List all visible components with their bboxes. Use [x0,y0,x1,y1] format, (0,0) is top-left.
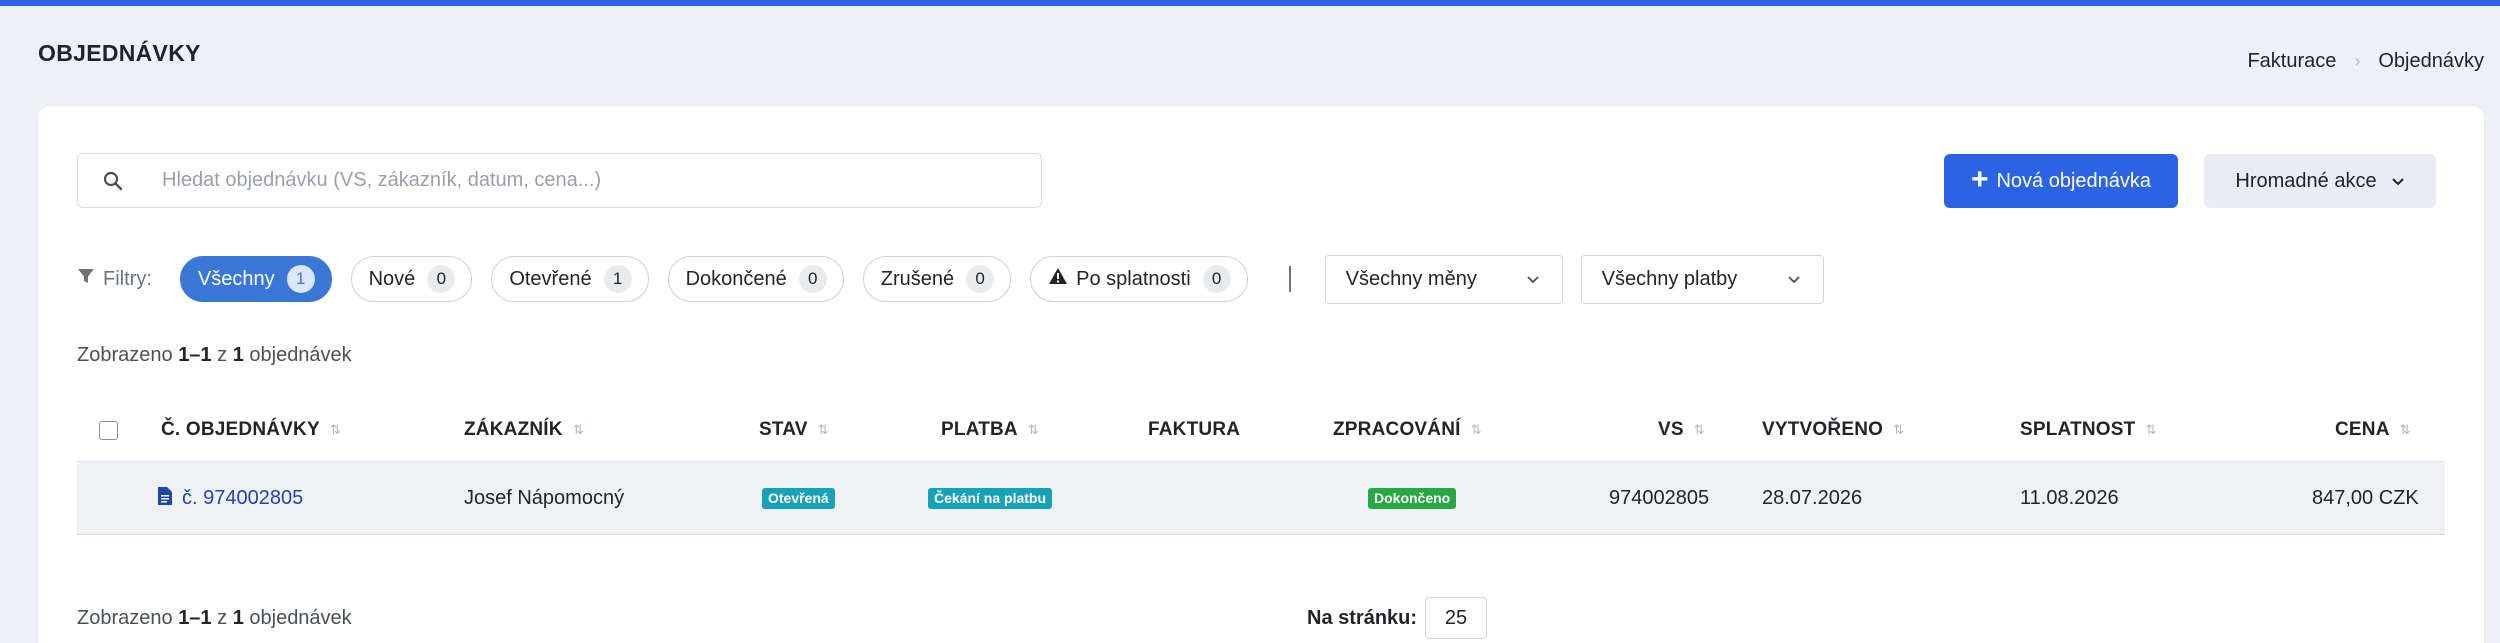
column-header-invoice: FAKTURA [1148,419,1241,440]
filter-pill-completed[interactable]: Dokončené 0 [667,256,844,302]
created-cell: 28.07.2026 [1762,487,1863,509]
sort-icon: ⇅ [329,422,341,437]
sort-icon: ⇅ [1693,422,1705,437]
results-summary-bottom: Zobrazeno 1–1 z 1 objednávek [77,607,352,629]
column-header-vs[interactable]: VS ⇅ [1658,398,1705,462]
sort-icon: ⇅ [1893,422,1904,437]
bulk-actions-label: Hromadné akce [2235,169,2377,192]
status-badge: Otevřená [762,487,835,510]
filter-count: 0 [1202,265,1231,293]
column-header-price[interactable]: CENA ⇅ [2335,398,2411,462]
per-page-select[interactable]: 25 [1425,597,1488,639]
price-cell: 847,00 CZK [2312,487,2419,509]
search-box[interactable] [77,153,1042,208]
column-header-processing[interactable]: ZPRACOVÁNÍ ⇅ [1333,398,1482,462]
chevron-down-icon [1526,268,1540,291]
search-icon [78,171,148,191]
column-header-order[interactable]: Č. OBJEDNÁVKY ⇅ [161,398,341,462]
chevron-right-icon: › [2354,51,2361,71]
order-link[interactable]: č. 974002805 [158,462,303,535]
column-header-payment[interactable]: PLATBA ⇅ [941,398,1039,462]
sort-icon: ⇅ [2399,422,2411,437]
per-page-label: Na stránku: [1307,606,1418,629]
sort-icon: ⇅ [1027,422,1039,437]
filter-pill-new[interactable]: Nové 0 [350,256,473,302]
payment-select[interactable]: Všechny platby [1580,254,1824,304]
breadcrumb: Fakturace › Objednávky [2247,50,2484,73]
table-header: Č. OBJEDNÁVKY ⇅ ZÁKAZNÍK ⇅ STAV ⇅ PLATBA ⇅ F… [77,398,2445,462]
warning-icon [1048,267,1068,291]
sort-icon: ⇅ [572,422,584,437]
chevron-down-icon [2391,170,2405,193]
due-cell: 11.08.2026 [2020,487,2119,509]
currency-select[interactable]: Všechny měny [1324,254,1563,304]
column-header-status[interactable]: STAV ⇅ [759,398,829,462]
processing-badge: Dokončeno [1368,487,1457,510]
search-input[interactable] [162,169,1022,192]
column-header-customer[interactable]: ZÁKAZNÍK ⇅ [464,398,584,462]
document-icon [158,486,172,511]
bulk-actions-dropdown[interactable]: Hromadné akce [2204,154,2436,208]
orders-table: Č. OBJEDNÁVKY ⇅ ZÁKAZNÍK ⇅ STAV ⇅ PLATBA ⇅ F… [77,398,2445,535]
filter-count: 0 [966,265,995,293]
column-header-due[interactable]: SPLATNOST ⇅ [2020,398,2156,462]
column-header-created[interactable]: VYTVOŘENO ⇅ [1762,398,1904,462]
breadcrumb-item-objednavky: Objednávky [2378,50,2484,72]
filter-count: 0 [427,265,456,293]
funnel-icon [77,267,95,291]
filter-count: 1 [603,265,632,293]
filter-pill-all[interactable]: Všechny 1 [179,256,332,302]
filter-count: 1 [286,265,315,293]
processing-cell: Dokončeno [1368,462,1457,535]
sort-icon: ⇅ [2145,422,2156,437]
vs-cell: 974002805 [1609,487,1710,509]
page-title: OBJEDNÁVKY [38,40,201,66]
sort-icon: ⇅ [817,422,829,437]
per-page-control: Na stránku: 25 [1307,597,1488,639]
filter-count: 0 [798,265,827,293]
select-all-checkbox[interactable] [99,420,118,440]
sort-icon: ⇅ [1470,422,1482,437]
table-row[interactable]: č. 974002805 Josef Nápomocný Otevřená Če… [77,462,2445,535]
new-order-label: Nová objednávka [1996,169,2152,192]
status-cell: Otevřená [762,462,835,535]
filter-divider [1288,266,1291,292]
filter-pill-cancelled[interactable]: Zrušené 0 [862,256,1012,302]
select-all-checkbox-cell [99,398,118,462]
filter-pill-open[interactable]: Otevřené 1 [491,256,649,302]
breadcrumb-item-fakturace[interactable]: Fakturace [2247,50,2336,73]
filter-bar: Filtry: Všechny 1 Nové 0 Otevřené 1 Doko… [77,254,1842,304]
filter-pill-overdue[interactable]: Po splatnosti 0 [1030,256,1248,302]
payment-badge: Čekání na platbu [928,487,1053,510]
customer-cell: Josef Nápomocný [464,487,625,509]
filters-label: Filtry: [77,267,152,291]
results-summary: Zobrazeno 1–1 z 1 objednávek [77,344,352,366]
chevron-down-icon [1787,268,1801,291]
payment-cell: Čekání na platbu [928,462,1053,535]
plus-icon: + [1970,162,1989,196]
new-order-button[interactable]: + Nová objednávka [1944,154,2178,208]
top-accent-bar [0,0,2500,6]
